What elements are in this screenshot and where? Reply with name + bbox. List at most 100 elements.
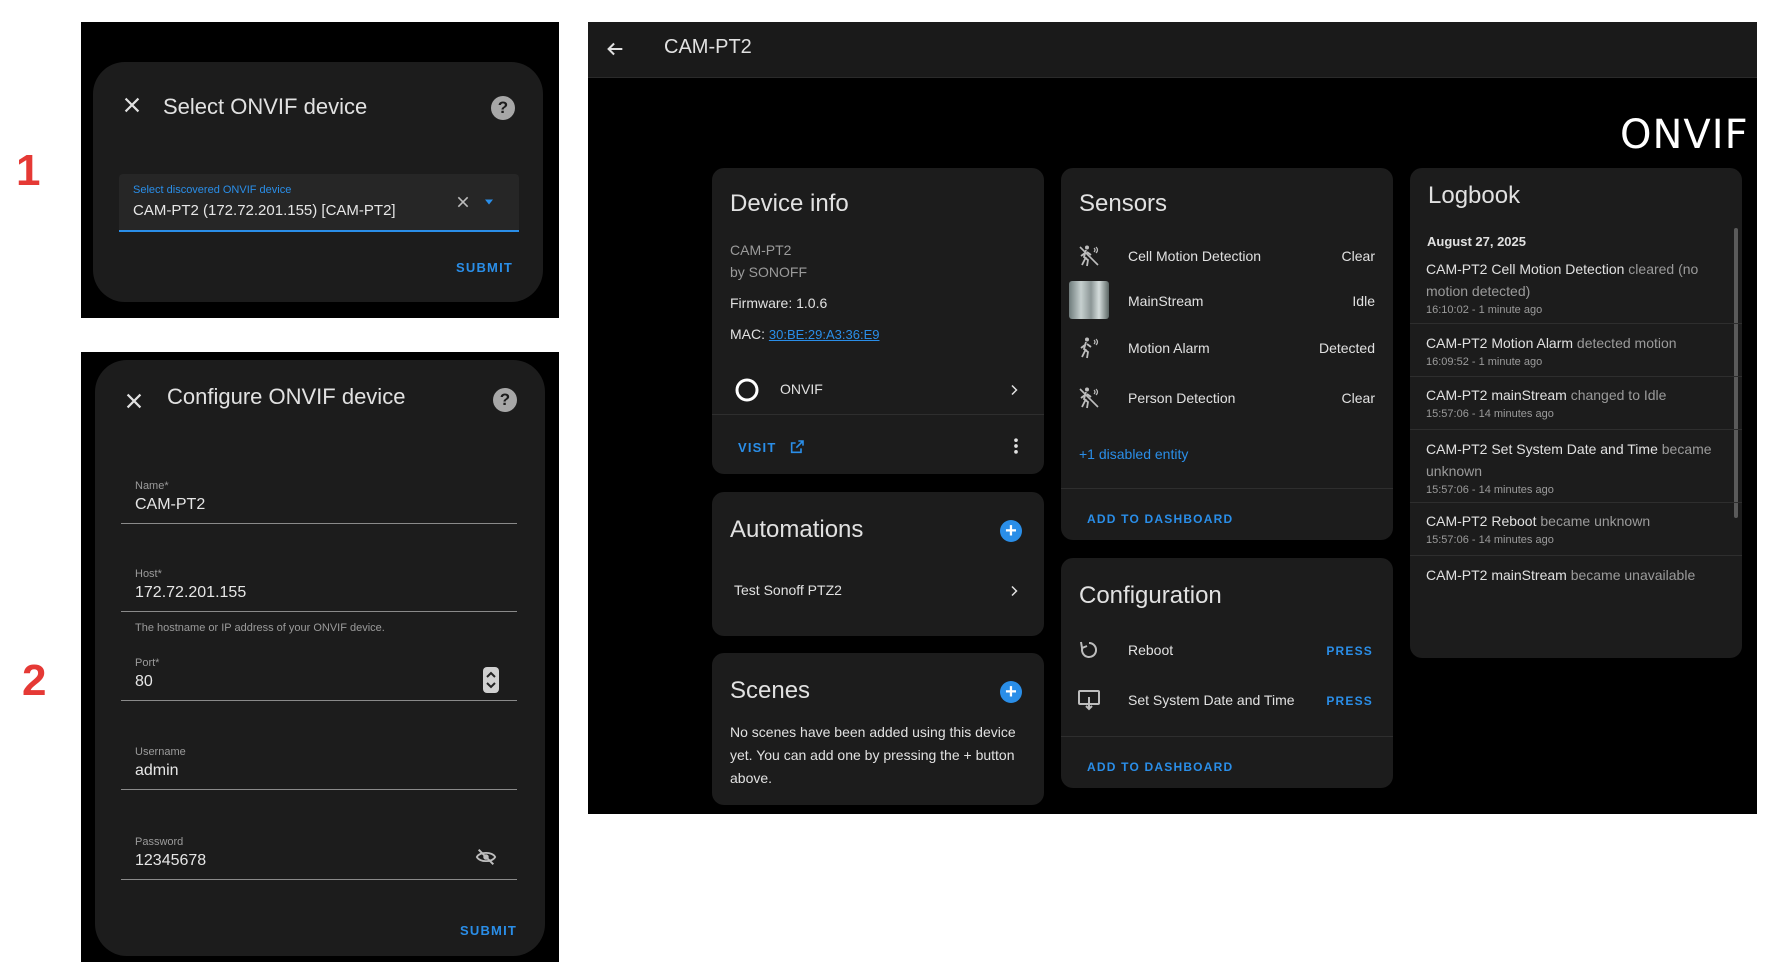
- log-entry[interactable]: CAM-PT2 Set System Date and Time became …: [1426, 438, 1714, 498]
- log-time: 15:57:06 - 14 minutes ago: [1426, 408, 1554, 420]
- automation-name: Test Sonoff PTZ2: [734, 582, 842, 598]
- integration-row[interactable]: ONVIF: [712, 364, 1044, 414]
- sensor-state: Clear: [1341, 390, 1375, 406]
- sensor-row[interactable]: Cell Motion Detection Clear: [1061, 234, 1393, 278]
- sensor-state: Idle: [1352, 293, 1375, 309]
- sensor-name: MainStream: [1128, 293, 1204, 309]
- top-bar: CAM-PT2: [588, 22, 1757, 78]
- log-entity: CAM-PT2 mainStream: [1426, 387, 1567, 403]
- username-field[interactable]: Username admin: [121, 738, 517, 790]
- mac-link[interactable]: 30:BE:29:A3:36:E9: [769, 327, 880, 342]
- back-arrow-icon[interactable]: [604, 38, 626, 60]
- log-action: detected motion: [1573, 335, 1677, 351]
- field-value: CAM-PT2 (172.72.201.155) [CAM-PT2]: [133, 202, 396, 219]
- log-action: became unknown: [1536, 513, 1651, 529]
- dialog-title: Configure ONVIF device: [167, 384, 406, 409]
- log-entity: CAM-PT2 Cell Motion Detection: [1426, 261, 1625, 277]
- port-stepper[interactable]: [483, 667, 499, 693]
- disabled-entities-link[interactable]: +1 disabled entity: [1079, 446, 1188, 462]
- config-row: Reboot PRESS: [1061, 628, 1393, 672]
- device-select[interactable]: Select discovered ONVIF device CAM-PT2 (…: [119, 174, 519, 232]
- configure-onvif-dialog: Configure ONVIF device ? Name* CAM-PT2 H…: [95, 360, 545, 956]
- monitor-arrow-icon: [1078, 690, 1100, 711]
- camera-thumbnail: [1069, 281, 1109, 319]
- log-entity: CAM-PT2 Reboot: [1426, 513, 1537, 529]
- automation-item[interactable]: Test Sonoff PTZ2: [712, 568, 1044, 614]
- card-title: Scenes: [730, 677, 811, 704]
- sensor-name: Person Detection: [1128, 390, 1236, 406]
- log-entry[interactable]: CAM-PT2 Cell Motion Detection cleared (n…: [1426, 258, 1714, 318]
- add-scene-button[interactable]: +: [1000, 681, 1022, 703]
- help-icon[interactable]: ?: [493, 388, 517, 412]
- step-number-2: 2: [22, 656, 47, 705]
- add-to-dashboard-button[interactable]: ADD TO DASHBOARD: [1087, 512, 1233, 526]
- sensor-row[interactable]: Motion Alarm Detected: [1061, 326, 1393, 370]
- log-action: changed to Idle: [1566, 387, 1667, 403]
- onvif-logo-icon: [735, 378, 759, 402]
- close-icon[interactable]: [123, 390, 145, 412]
- password-field[interactable]: Password 12345678: [121, 828, 517, 880]
- submit-button[interactable]: SUBMIT: [456, 260, 513, 275]
- sensors-card: Sensors Cell Motion Detection Clear Main…: [1061, 168, 1393, 540]
- page-title: CAM-PT2: [664, 36, 752, 58]
- field-label: Name*: [135, 480, 169, 492]
- dialog-title: Select ONVIF device: [163, 94, 368, 119]
- device-manufacturer: by SONOFF: [730, 264, 808, 280]
- card-title: Sensors: [1079, 190, 1168, 217]
- port-field[interactable]: Port* 80: [121, 649, 517, 701]
- motion-sensor-off-icon: [1079, 387, 1099, 409]
- sensor-state: Clear: [1341, 248, 1375, 264]
- device-info-card: Device info CAM-PT2 by SONOFF Firmware: …: [712, 168, 1044, 474]
- field-label: Select discovered ONVIF device: [133, 184, 292, 196]
- card-title: Device info: [730, 190, 849, 217]
- restart-icon: [1080, 641, 1098, 658]
- device-page: CAM-PT2 ONVIF Device info CAM-PT2 by SON…: [588, 22, 1757, 814]
- help-icon[interactable]: ?: [491, 96, 515, 120]
- dialog2-backdrop: Configure ONVIF device ? Name* CAM-PT2 H…: [81, 352, 559, 962]
- configuration-card: Configuration Reboot PRESS Set System Da…: [1061, 558, 1393, 788]
- sensor-row[interactable]: MainStream Idle: [1061, 278, 1393, 324]
- chevron-right-icon: [1011, 585, 1018, 597]
- motion-sensor-icon: [1080, 337, 1099, 359]
- automations-card: Automations + Test Sonoff PTZ2: [712, 492, 1044, 636]
- submit-button[interactable]: SUBMIT: [460, 923, 517, 938]
- device-model: CAM-PT2: [730, 242, 792, 258]
- host-field[interactable]: Host* 172.72.201.155: [121, 560, 517, 612]
- field-value: admin: [135, 762, 179, 779]
- chevron-right-icon: [1011, 384, 1018, 396]
- close-icon[interactable]: [121, 94, 143, 116]
- config-name: Set System Date and Time: [1128, 692, 1295, 708]
- set-date-press-button[interactable]: PRESS: [1326, 694, 1373, 708]
- field-value: 172.72.201.155: [135, 584, 247, 601]
- dropdown-arrow-icon[interactable]: [483, 196, 495, 208]
- eye-off-icon[interactable]: [475, 846, 497, 868]
- log-time: 16:09:52 - 1 minute ago: [1426, 356, 1543, 368]
- sensor-row[interactable]: Person Detection Clear: [1061, 376, 1393, 420]
- visit-button[interactable]: VISIT: [738, 439, 805, 455]
- log-entry[interactable]: CAM-PT2 Reboot became unknown 15:57:06 -…: [1426, 510, 1714, 548]
- name-field[interactable]: Name* CAM-PT2: [121, 472, 517, 524]
- log-entry[interactable]: CAM-PT2 mainStream became unavailable: [1426, 564, 1714, 586]
- device-firmware: Firmware: 1.0.6: [730, 295, 828, 311]
- log-entry[interactable]: CAM-PT2 mainStream changed to Idle 15:57…: [1426, 384, 1714, 422]
- more-vertical-icon[interactable]: [1006, 436, 1026, 456]
- card-title: Automations: [730, 516, 864, 543]
- logbook-date: August 27, 2025: [1427, 234, 1526, 249]
- config-row: Set System Date and Time PRESS: [1061, 678, 1393, 722]
- clear-icon[interactable]: [455, 194, 471, 210]
- logbook-card: Logbook August 27, 2025 CAM-PT2 Cell Mot…: [1410, 168, 1742, 658]
- add-to-dashboard-button[interactable]: ADD TO DASHBOARD: [1087, 760, 1233, 774]
- logbook-scrollbar[interactable]: [1734, 228, 1738, 518]
- scenes-card: Scenes + No scenes have been added using…: [712, 653, 1044, 805]
- visit-label: VISIT: [738, 440, 777, 455]
- host-helper-text: The hostname or IP address of your ONVIF…: [135, 622, 385, 634]
- sensor-name: Motion Alarm: [1128, 340, 1210, 356]
- add-automation-button[interactable]: +: [1000, 520, 1022, 542]
- reboot-press-button[interactable]: PRESS: [1326, 644, 1373, 658]
- log-action: became unavailable: [1566, 567, 1696, 583]
- sensor-state: Detected: [1318, 340, 1375, 356]
- log-entry[interactable]: CAM-PT2 Motion Alarm detected motion 16:…: [1426, 332, 1714, 370]
- field-value: 12345678: [135, 852, 207, 869]
- log-time: 16:10:02 - 1 minute ago: [1426, 304, 1543, 316]
- device-mac: MAC: 30:BE:29:A3:36:E9: [730, 326, 879, 342]
